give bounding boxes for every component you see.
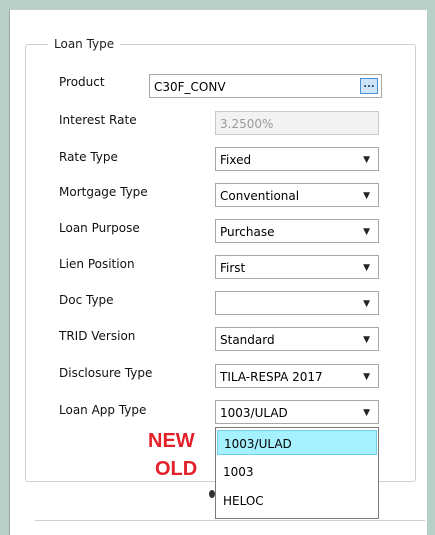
mortgage-type-label: Mortgage Type <box>59 185 148 199</box>
chevron-down-icon[interactable]: ▼ <box>363 263 370 273</box>
chevron-down-icon[interactable]: ▼ <box>363 372 370 382</box>
chevron-down-icon[interactable]: ▼ <box>363 408 370 418</box>
loan-app-type-label: Loan App Type <box>59 403 147 417</box>
disclosure-type-value: TILA-RESPA 2017 <box>220 370 323 384</box>
product-label: Product <box>59 75 105 89</box>
chevron-down-icon[interactable]: ▼ <box>363 227 370 237</box>
trid-version-value: Standard <box>220 333 275 347</box>
interest-rate-field: 3.2500% <box>215 111 379 135</box>
doc-type-label: Doc Type <box>59 293 114 307</box>
lien-position-select[interactable]: First ▼ <box>215 255 379 279</box>
rate-type-select[interactable]: Fixed ▼ <box>215 147 379 171</box>
annotation-old: OLD <box>155 458 198 480</box>
annotation-new: NEW <box>148 430 195 452</box>
product-field[interactable]: C30F_CONV ... <box>149 74 382 98</box>
lien-position-label: Lien Position <box>59 257 135 271</box>
disclosure-type-label: Disclosure Type <box>59 366 153 380</box>
trid-version-select[interactable]: Standard ▼ <box>215 327 379 351</box>
disclosure-type-select[interactable]: TILA-RESPA 2017 ▼ <box>215 364 379 388</box>
interest-rate-value: 3.2500% <box>220 117 274 131</box>
interest-rate-label: Interest Rate <box>59 113 137 127</box>
trid-version-label: TRID Version <box>59 329 136 343</box>
loan-purpose-label: Loan Purpose <box>59 221 140 235</box>
loan-purpose-select[interactable]: Purchase ▼ <box>215 219 379 243</box>
product-value: C30F_CONV <box>154 80 226 94</box>
dropdown-option-heloc[interactable]: HELOC <box>217 488 377 513</box>
loan-app-type-dropdown-list: 1003/ULAD 1003 HELOC <box>215 427 379 519</box>
dropdown-option-1003[interactable]: 1003 <box>217 459 377 484</box>
dropdown-option-1003-ulad[interactable]: 1003/ULAD <box>217 430 377 455</box>
doc-type-select[interactable]: ▼ <box>215 291 379 315</box>
group-title: Loan Type <box>48 37 121 51</box>
rate-type-value: Fixed <box>220 153 252 167</box>
chevron-down-icon[interactable]: ▼ <box>363 155 370 165</box>
loan-app-type-select[interactable]: 1003/ULAD ▼ <box>215 400 379 424</box>
loan-purpose-value: Purchase <box>220 225 275 239</box>
product-lookup-button[interactable]: ... <box>360 78 378 94</box>
chevron-down-icon[interactable]: ▼ <box>363 335 370 345</box>
lien-position-value: First <box>220 261 246 275</box>
rate-type-label: Rate Type <box>59 150 118 164</box>
mortgage-type-select[interactable]: Conventional ▼ <box>215 183 379 207</box>
chevron-down-icon[interactable]: ▼ <box>363 299 370 309</box>
option-label: 1003/ULAD <box>224 437 292 451</box>
chevron-down-icon[interactable]: ▼ <box>363 191 370 201</box>
loan-app-type-value: 1003/ULAD <box>220 406 288 420</box>
option-label: HELOC <box>223 494 264 508</box>
obscured-radio-icon <box>209 490 215 498</box>
divider <box>35 520 425 521</box>
mortgage-type-value: Conventional <box>220 189 300 203</box>
option-label: 1003 <box>223 465 254 479</box>
